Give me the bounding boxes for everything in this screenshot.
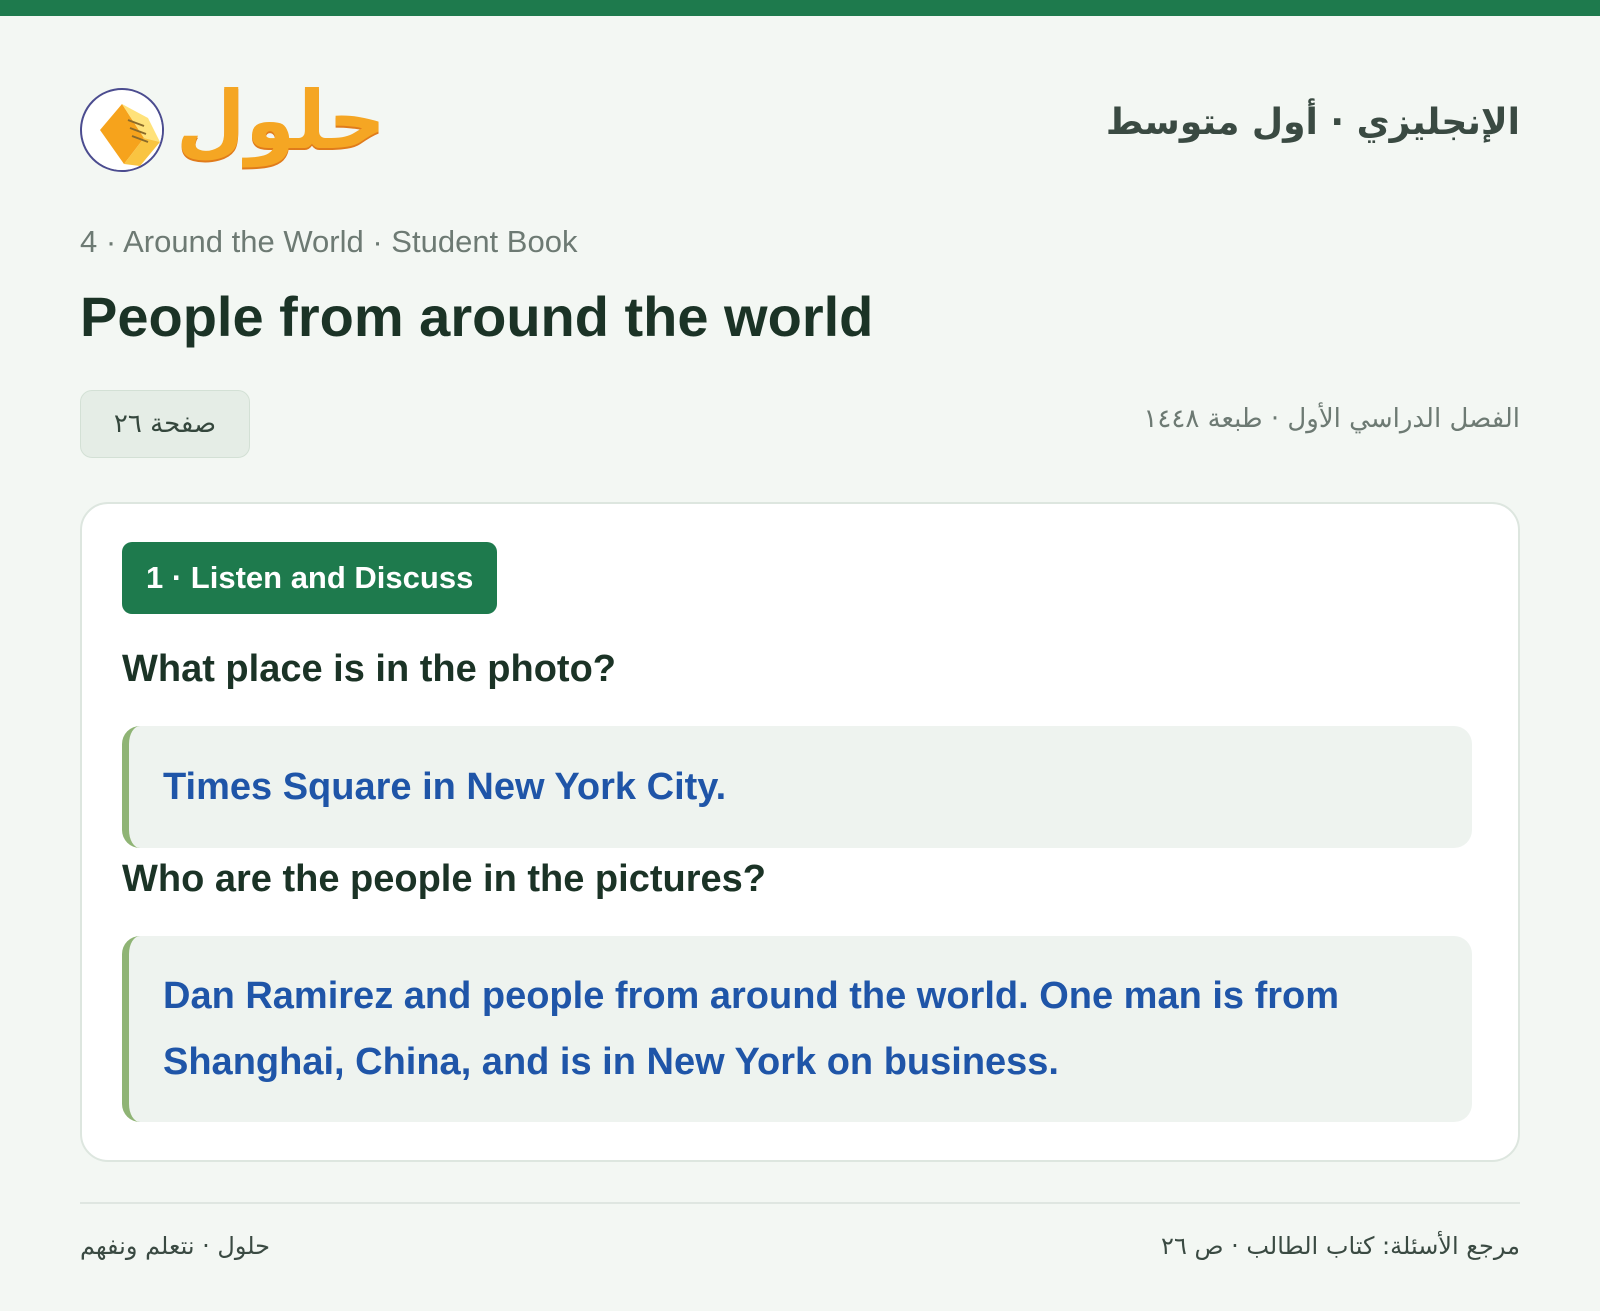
breadcrumb: 4 · Around the World · Student Book bbox=[80, 224, 578, 259]
footer-tagline: حلول · نتعلم ونفهم bbox=[80, 1232, 270, 1260]
footer-divider bbox=[80, 1202, 1520, 1204]
answer-text: Times Square in New York City. bbox=[163, 766, 727, 808]
footer-reference: مرجع الأسئلة: كتاب الطالب · ص ٢٦ bbox=[1161, 1232, 1520, 1260]
answer-box: Dan Ramirez and people from around the w… bbox=[122, 936, 1472, 1122]
question-text: What place is in the photo? bbox=[122, 648, 616, 690]
question-text: Who are the people in the pictures? bbox=[122, 858, 766, 900]
book-icon bbox=[80, 88, 164, 172]
subject-title: الإنجليزي · أول متوسط bbox=[1105, 102, 1520, 143]
answer-text: Dan Ramirez and people from around the w… bbox=[163, 975, 1340, 1083]
page-title: People from around the world bbox=[80, 285, 874, 348]
top-accent-bar bbox=[0, 0, 1600, 16]
section-tag: 1 · Listen and Discuss bbox=[122, 542, 498, 614]
header: حلول الإنجليزي · أول متوسط bbox=[80, 70, 1520, 180]
edition-info: الفصل الدراسي الأول · طبعة ١٤٤٨ bbox=[1143, 404, 1520, 434]
site-logo[interactable]: حلول bbox=[80, 74, 388, 178]
answer-box: Times Square in New York City. bbox=[122, 726, 1472, 848]
question-card: 1 · Listen and Discuss What place is in … bbox=[80, 502, 1520, 1162]
logo-wordmark: حلول bbox=[176, 74, 388, 167]
page-number-badge: صفحة ٢٦ bbox=[80, 390, 250, 458]
